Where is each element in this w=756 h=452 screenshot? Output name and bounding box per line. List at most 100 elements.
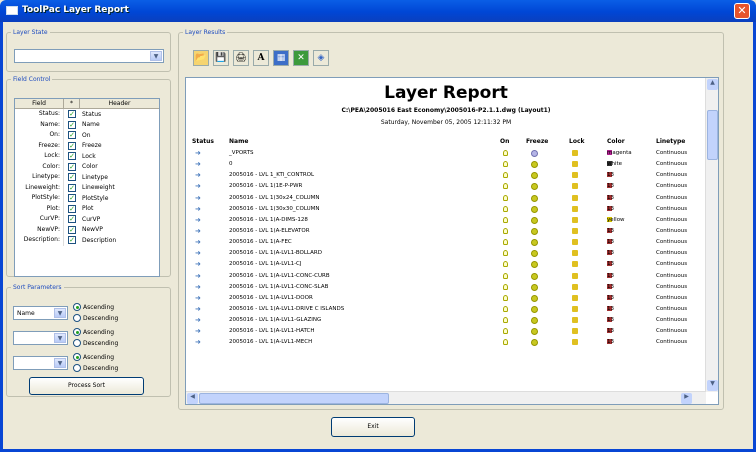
field-checkbox[interactable]: ✓ bbox=[68, 152, 76, 161]
status-arrow-icon: ➜ bbox=[195, 327, 201, 336]
open-folder-icon[interactable]: 📂 bbox=[193, 50, 209, 66]
scroll-thumb-h[interactable] bbox=[199, 393, 389, 404]
report-row[interactable]: ➜ 2005016 - LVL 1(A-LVL1-CONC-SLAB 13 Conti… bbox=[186, 282, 706, 293]
sort-ascending-radio[interactable]: Ascending bbox=[73, 303, 114, 311]
chevron-down-icon[interactable]: ▼ bbox=[54, 308, 66, 318]
status-arrow-icon: ➜ bbox=[195, 282, 201, 291]
field-name: Plot: bbox=[15, 203, 64, 214]
layer-name: _VPORTS bbox=[229, 150, 254, 156]
radio-dot[interactable] bbox=[73, 339, 81, 347]
report-row[interactable]: ➜ 2005016 - LVL 1(A-LVL1-DRIVE C ISLANDS 1… bbox=[186, 304, 706, 315]
report-row[interactable]: ➜ 2005016 - LVL 1(A-LVL1-BOLLARD 13 Continu… bbox=[186, 248, 706, 259]
layer-state-group: Layer State ▼ bbox=[6, 29, 171, 72]
report-row[interactable]: ➜ 2005016 - LVL 1(A-LVL1-CONC-CURB 13 Conti… bbox=[186, 271, 706, 282]
field-header: NewVP bbox=[82, 226, 103, 234]
scroll-right-icon[interactable]: ▶ bbox=[681, 393, 692, 404]
field-checkbox[interactable]: ✓ bbox=[68, 141, 76, 150]
col-star: * bbox=[64, 99, 80, 108]
layer-state-combo[interactable]: ▼ bbox=[14, 49, 164, 63]
layer-state-legend: Layer State bbox=[13, 29, 48, 36]
report-row[interactable]: ➜ 2005016 - LVL 1(A-FEC 13 Continuous bbox=[186, 237, 706, 248]
field-table: Field * Header Status: ✓ Status Name: ✓ Name O… bbox=[14, 98, 160, 277]
field-table-header: Field * Header bbox=[15, 99, 159, 109]
report-row[interactable]: ➜ _VPORTS magenta Continuous bbox=[186, 148, 706, 159]
title-bar[interactable]: ToolPac Layer Report ✕ bbox=[0, 0, 756, 22]
sort-parameters-group: Sort Parameters Name ▼ Ascending Descending… bbox=[6, 284, 171, 397]
sort-descending-radio[interactable]: Descending bbox=[73, 364, 118, 372]
save-disk-icon[interactable]: 💾 bbox=[213, 50, 229, 66]
report-row[interactable]: ➜ 2005016 - LVL 1_KTI_CONTROL 13 Continuous bbox=[186, 170, 706, 181]
radio-dot[interactable] bbox=[73, 353, 81, 361]
report-row[interactable]: ➜ 2005016 - LVL 1(A-LVL1-GLAZING 13 Continu… bbox=[186, 315, 706, 326]
field-checkbox[interactable]: ✓ bbox=[68, 236, 76, 245]
radio-dot[interactable] bbox=[73, 303, 81, 311]
layer-linetype: Continuous bbox=[656, 328, 688, 335]
scroll-down-icon[interactable]: ▼ bbox=[707, 380, 718, 391]
layer-color-label: 13 bbox=[607, 339, 614, 346]
layer-linetype: Continuous bbox=[656, 239, 688, 246]
chevron-down-icon[interactable]: ▼ bbox=[150, 51, 162, 61]
field-header: Lock bbox=[82, 152, 96, 160]
field-name: On: bbox=[15, 130, 64, 141]
report-row[interactable]: ➜ 2005016 - LVL 1(A-LVL1-HATCH 13 Continuou… bbox=[186, 326, 706, 337]
chevron-down-icon[interactable]: ▼ bbox=[54, 358, 66, 368]
report-row[interactable]: ➜ 0 white Continuous bbox=[186, 159, 706, 170]
field-header: Lineweight bbox=[82, 184, 115, 192]
sort-ascending-radio[interactable]: Ascending bbox=[73, 328, 114, 336]
calculator-icon[interactable]: ▦ bbox=[273, 50, 289, 66]
sort-descending-radio[interactable]: Descending bbox=[73, 314, 118, 322]
report-row[interactable]: ➜ 2005016 - LVL 1(A-LVL1-MECH 13 Continuous bbox=[186, 337, 706, 348]
process-sort-button[interactable]: Process Sort bbox=[29, 377, 144, 395]
layer-color-label: 13 bbox=[607, 205, 614, 212]
report-row[interactable]: ➜ 2005016 - LVL 1(1E-P-PWR 13 Continuous bbox=[186, 181, 706, 192]
vertical-scrollbar[interactable]: ▲ ▼ bbox=[705, 78, 718, 392]
horizontal-scrollbar[interactable]: ◀ ▶ bbox=[186, 391, 706, 404]
field-checkbox[interactable]: ✓ bbox=[68, 162, 76, 171]
field-checkbox[interactable]: ✓ bbox=[68, 173, 76, 182]
field-checkbox[interactable]: ✓ bbox=[68, 183, 76, 192]
layer-linetype: Continuous bbox=[656, 305, 688, 312]
field-checkbox[interactable]: ✓ bbox=[68, 215, 76, 224]
close-button[interactable]: ✕ bbox=[734, 3, 750, 19]
field-checkbox-cell: ✓ bbox=[64, 120, 80, 129]
scroll-left-icon[interactable]: ◀ bbox=[187, 393, 198, 404]
report-row[interactable]: ➜ 2005016 - LVL 1(30x30_COLUMN 13 Continuou… bbox=[186, 204, 706, 215]
field-checkbox-cell: ✓ bbox=[64, 141, 80, 150]
print-icon[interactable]: 🖨 bbox=[233, 50, 249, 66]
sort-descending-radio[interactable]: Descending bbox=[73, 339, 118, 347]
field-checkbox[interactable]: ✓ bbox=[68, 204, 76, 213]
col-lock: Lock bbox=[569, 138, 585, 145]
field-checkbox[interactable]: ✓ bbox=[68, 225, 76, 234]
field-checkbox[interactable]: ✓ bbox=[68, 110, 76, 119]
report-row[interactable]: ➜ 2005016 - LVL 1(A-DIMS-128 yellow Continu… bbox=[186, 215, 706, 226]
field-row: Color: ✓ Color bbox=[15, 161, 159, 172]
sort-field-combo[interactable]: ▼ bbox=[13, 356, 68, 370]
layer-icon[interactable]: ◈ bbox=[313, 50, 329, 66]
radio-dot[interactable] bbox=[73, 328, 81, 336]
radio-dot[interactable] bbox=[73, 364, 81, 372]
report-rows: ➜ _VPORTS magenta Continuous ➜ 0 white Continuo… bbox=[186, 148, 706, 349]
radio-dot[interactable] bbox=[73, 314, 81, 322]
sort-field-combo[interactable]: Name ▼ bbox=[13, 306, 68, 320]
field-checkbox[interactable]: ✓ bbox=[68, 194, 76, 203]
report-row[interactable]: ➜ 2005016 - LVL 1(30x24_COLUMN 13 Continuou… bbox=[186, 193, 706, 204]
field-name: Name: bbox=[15, 119, 64, 130]
report-path: C:\PEA\2005016 East Economy\2005016-P2.1… bbox=[341, 107, 551, 114]
exit-button[interactable]: Exit bbox=[331, 417, 415, 437]
report-date: Saturday, November 05, 2005 12:11:32 PM bbox=[380, 119, 512, 126]
report-view[interactable]: Layer Report C:\PEA\2005016 East Economy… bbox=[185, 77, 719, 405]
sort-field-combo[interactable]: ▼ bbox=[13, 331, 68, 345]
report-row[interactable]: ➜ 2005016 - LVL 1(A-LVL1-DOOR 13 Continuous bbox=[186, 293, 706, 304]
report-row[interactable]: ➜ 2005016 - LVL 1(A-LVL1-CJ 13 Continuous bbox=[186, 259, 706, 270]
field-header: Freeze bbox=[82, 142, 102, 150]
field-checkbox[interactable]: ✓ bbox=[68, 120, 76, 129]
excel-icon[interactable]: ✕ bbox=[293, 50, 309, 66]
scroll-up-icon[interactable]: ▲ bbox=[707, 79, 718, 90]
report-row[interactable]: ➜ 2005016 - LVL 1(A-ELEVATOR 13 Continuous bbox=[186, 226, 706, 237]
chevron-down-icon[interactable]: ▼ bbox=[54, 333, 66, 343]
status-arrow-icon: ➜ bbox=[195, 226, 201, 235]
sort-ascending-radio[interactable]: Ascending bbox=[73, 353, 114, 361]
scroll-thumb[interactable] bbox=[707, 110, 718, 160]
field-checkbox[interactable]: ✓ bbox=[68, 131, 76, 140]
font-icon[interactable]: A bbox=[253, 50, 269, 66]
